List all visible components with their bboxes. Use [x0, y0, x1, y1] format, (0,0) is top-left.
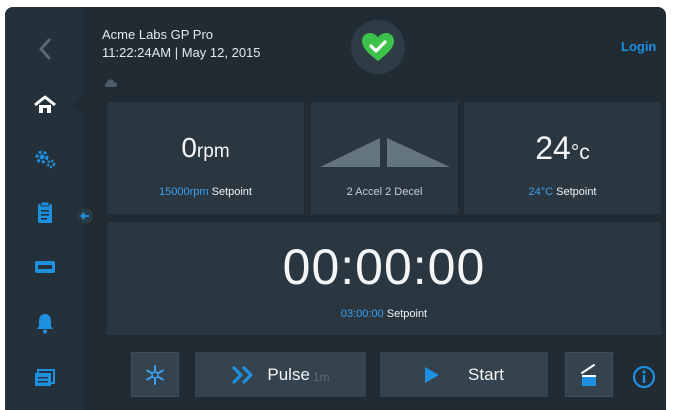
pulse-duration: 1m — [312, 369, 330, 384]
accel-decel-text: 2 Accel 2 Decel — [311, 186, 458, 198]
temperature-panel[interactable]: 24°c 24°C Setpoint — [464, 102, 661, 214]
chevron-left-icon — [39, 38, 50, 60]
sidebar — [5, 7, 84, 410]
timer-setpoint-value: 03:00:00 — [340, 308, 384, 320]
active-indicator — [72, 95, 84, 115]
speed-panel[interactable]: 0rpm 15000rpm Setpoint — [107, 102, 304, 214]
temperature-unit: °c — [570, 141, 590, 164]
play-icon — [425, 366, 440, 383]
speed-unit: rpm — [196, 141, 230, 162]
temperature-value: 24 — [535, 130, 571, 166]
temperature-setpoint-value: 24°C — [528, 186, 554, 198]
bell-icon — [36, 314, 53, 334]
snowflake-icon — [146, 364, 164, 385]
accel-label: 2 Accel — [346, 186, 383, 198]
nav-rotor[interactable] — [5, 247, 84, 287]
start-label: Start — [468, 364, 504, 384]
home-icon — [33, 95, 56, 113]
info-button[interactable] — [632, 365, 656, 394]
info-icon — [632, 365, 656, 389]
temperature-readout: 24°c — [464, 130, 661, 167]
nav-history[interactable] — [5, 357, 84, 397]
nav-alarm[interactable] — [5, 303, 84, 343]
decel-label: 2 Decel — [385, 186, 423, 198]
speed-setpoint: 15000rpm Setpoint — [107, 186, 304, 198]
arrow-left-icon — [80, 212, 89, 220]
pulse-button[interactable]: Pulse 1m — [195, 352, 366, 397]
temperature-setpoint-label: Setpoint — [556, 186, 597, 198]
nav-program[interactable] — [5, 193, 84, 233]
status-indicator[interactable] — [351, 20, 405, 74]
accel-decel-icon — [320, 138, 450, 167]
centrifuge-screen: Acme Labs GP Pro 11:22:24AM | May 12, 20… — [5, 7, 666, 410]
back-button[interactable] — [5, 29, 84, 69]
timer-value: 00:00:00 — [282, 239, 486, 295]
sidebar-collapse-button[interactable] — [77, 208, 93, 224]
fast-cool-button[interactable] — [131, 352, 179, 397]
timer-panel[interactable]: 00:00:00 03:00:00 Setpoint — [107, 222, 661, 335]
timer-setpoint-label: Setpoint — [386, 308, 428, 320]
nav-settings[interactable] — [5, 139, 84, 179]
lid-button[interactable] — [565, 352, 613, 397]
double-chevron-right-icon — [232, 365, 253, 384]
speed-readout: 0rpm — [107, 132, 304, 164]
lid-icon — [581, 363, 596, 386]
heart-check-icon — [362, 33, 394, 61]
time-date: 11:22:24AM | May 12, 2015 — [102, 45, 261, 60]
accel-panel[interactable]: 2 Accel 2 Decel — [311, 102, 458, 214]
pulse-label: Pulse — [267, 364, 310, 384]
timer-setpoint: 03:00:00 Setpoint — [107, 308, 661, 320]
temperature-setpoint: 24°C Setpoint — [464, 186, 661, 198]
start-button[interactable]: Start — [380, 352, 548, 397]
gears-icon — [35, 150, 55, 169]
device-name: Acme Labs GP Pro — [102, 27, 214, 42]
speed-setpoint-value: 15000rpm — [159, 186, 209, 198]
login-link[interactable]: Login — [621, 39, 656, 54]
clipboard-icon — [37, 201, 52, 223]
speed-value: 0 — [181, 132, 197, 163]
speed-setpoint-label: Setpoint — [211, 186, 252, 198]
rotor-icon — [34, 261, 55, 273]
history-icon — [34, 369, 55, 386]
cloud-icon — [103, 75, 119, 93]
